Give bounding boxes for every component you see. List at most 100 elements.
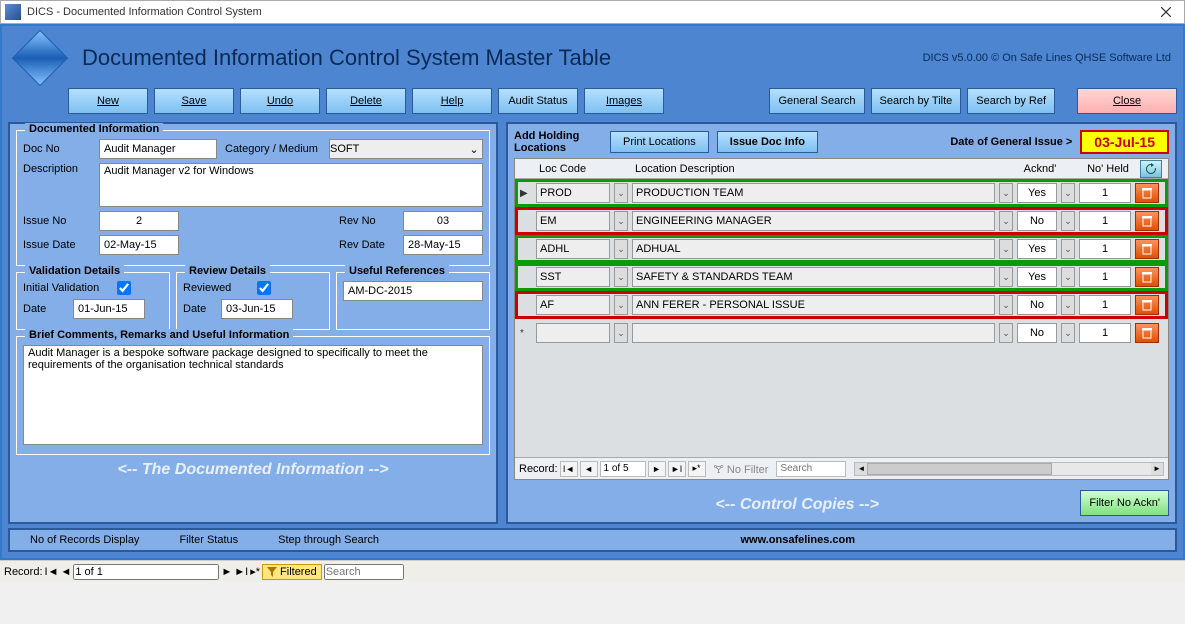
new-loc-code-input[interactable] (536, 323, 610, 343)
images-button[interactable]: Images (584, 88, 664, 114)
dropdown-button[interactable]: ⌄ (614, 295, 628, 315)
ack-input[interactable] (1017, 183, 1057, 203)
dropdown-button[interactable]: ⌄ (999, 323, 1013, 343)
filter-no-ackn-button[interactable]: Filter No Ackn' (1080, 490, 1169, 516)
new-button[interactable]: New (68, 88, 148, 114)
held-input[interactable] (1079, 239, 1131, 259)
dropdown-button[interactable]: ⌄ (999, 239, 1013, 259)
delete-row-button[interactable] (1135, 183, 1159, 203)
loc-desc-input[interactable] (632, 295, 995, 315)
bottom-nav-search-input[interactable] (324, 564, 404, 580)
undo-button[interactable]: Undo (240, 88, 320, 114)
dropdown-button[interactable]: ⌄ (614, 267, 628, 287)
review-date-input[interactable] (221, 299, 293, 319)
bottom-nav-prev-button[interactable]: ◄ (60, 566, 71, 578)
category-select[interactable]: SOFT ⌄ (329, 139, 483, 159)
loc-desc-input[interactable] (632, 239, 995, 259)
loc-desc-input[interactable] (632, 211, 995, 231)
dropdown-button[interactable]: ⌄ (614, 183, 628, 203)
held-input[interactable] (1079, 295, 1131, 315)
dropdown-button[interactable]: ⌄ (1061, 211, 1075, 231)
loc-code-input[interactable] (536, 211, 610, 231)
refresh-table-button[interactable] (1140, 160, 1162, 178)
bottom-nav-first-button[interactable]: I◄ (45, 566, 59, 578)
row-selector[interactable] (518, 266, 534, 288)
revno-input[interactable] (403, 211, 483, 231)
search-by-ref-button[interactable]: Search by Ref (967, 88, 1055, 114)
loc-code-input[interactable] (536, 267, 610, 287)
loc-desc-input[interactable] (632, 183, 995, 203)
general-search-button[interactable]: General Search (769, 88, 864, 114)
audit-status-button[interactable]: Audit Status (498, 88, 578, 114)
docno-input[interactable] (99, 139, 217, 159)
delete-row-button[interactable] (1135, 239, 1159, 259)
scroll-thumb[interactable] (867, 463, 1052, 475)
help-button[interactable]: Help (412, 88, 492, 114)
scroll-right-button[interactable]: ► (1151, 463, 1163, 475)
dropdown-button[interactable]: ⌄ (614, 211, 628, 231)
delete-row-button[interactable] (1135, 295, 1159, 315)
dropdown-button[interactable]: ⌄ (999, 295, 1013, 315)
description-input[interactable]: Audit Manager v2 for Windows (99, 163, 483, 207)
dropdown-button[interactable]: ⌄ (614, 239, 628, 259)
loc-code-input[interactable] (536, 295, 610, 315)
reference-input[interactable] (343, 281, 483, 301)
validation-date-input[interactable] (73, 299, 145, 319)
comments-textarea[interactable]: Audit Manager is a bespoke software pack… (23, 345, 483, 445)
row-selector[interactable] (518, 210, 534, 232)
revdate-input[interactable] (403, 235, 483, 255)
dropdown-button[interactable]: ⌄ (999, 183, 1013, 203)
held-input[interactable] (1079, 267, 1131, 287)
delete-button[interactable]: Delete (326, 88, 406, 114)
row-selector-new[interactable]: * (518, 322, 534, 344)
delete-row-button[interactable] (1135, 267, 1159, 287)
nav-position-input[interactable] (600, 461, 646, 477)
dropdown-button[interactable]: ⌄ (614, 323, 628, 343)
print-locations-button[interactable]: Print Locations (610, 131, 709, 153)
ack-input[interactable] (1017, 239, 1057, 259)
delete-row-button[interactable] (1135, 211, 1159, 231)
search-by-title-button[interactable]: Search by Tilte (871, 88, 962, 114)
issueno-input[interactable] (99, 211, 179, 231)
bottom-nav-position[interactable] (73, 564, 219, 580)
loc-code-input[interactable] (536, 239, 610, 259)
nav-last-button[interactable]: ►I (668, 461, 686, 477)
reviewed-checkbox[interactable] (257, 281, 271, 295)
nav-next-button[interactable]: ► (648, 461, 666, 477)
row-selector[interactable] (518, 238, 534, 260)
new-ack-input[interactable] (1017, 323, 1057, 343)
dropdown-button[interactable]: ⌄ (999, 211, 1013, 231)
nav-first-button[interactable]: I◄ (560, 461, 578, 477)
close-button[interactable]: Close (1077, 88, 1177, 114)
dropdown-button[interactable]: ⌄ (1061, 267, 1075, 287)
nav-prev-button[interactable]: ◄ (580, 461, 598, 477)
scroll-left-button[interactable]: ◄ (855, 463, 867, 475)
new-held-input[interactable] (1079, 323, 1131, 343)
row-selector[interactable] (518, 294, 534, 316)
ack-input[interactable] (1017, 295, 1057, 315)
held-input[interactable] (1079, 183, 1131, 203)
loc-desc-input[interactable] (632, 267, 995, 287)
issuedate-input[interactable] (99, 235, 179, 255)
issue-doc-info-button[interactable]: Issue Doc Info (717, 131, 818, 153)
bottom-nav-new-button[interactable]: ▸* (250, 565, 260, 578)
horizontal-scrollbar[interactable]: ◄ ► (854, 462, 1164, 476)
save-button[interactable]: Save (154, 88, 234, 114)
loc-code-input[interactable] (536, 183, 610, 203)
ack-input[interactable] (1017, 267, 1057, 287)
dropdown-button[interactable]: ⌄ (999, 267, 1013, 287)
dropdown-button[interactable]: ⌄ (1061, 183, 1075, 203)
new-loc-desc-input[interactable] (632, 323, 995, 343)
initial-validation-checkbox[interactable] (117, 281, 131, 295)
bottom-nav-last-button[interactable]: ►I (234, 566, 248, 578)
row-selector[interactable]: ▶ (518, 182, 534, 204)
dropdown-button[interactable]: ⌄ (1061, 323, 1075, 343)
ack-input[interactable] (1017, 211, 1057, 231)
nav-search-input[interactable] (776, 461, 846, 477)
dropdown-button[interactable]: ⌄ (1061, 295, 1075, 315)
nav-new-button[interactable]: ▸* (688, 461, 706, 477)
held-input[interactable] (1079, 211, 1131, 231)
delete-row-button[interactable] (1135, 323, 1159, 343)
window-close-button[interactable] (1152, 3, 1180, 21)
bottom-nav-next-button[interactable]: ► (221, 566, 232, 578)
